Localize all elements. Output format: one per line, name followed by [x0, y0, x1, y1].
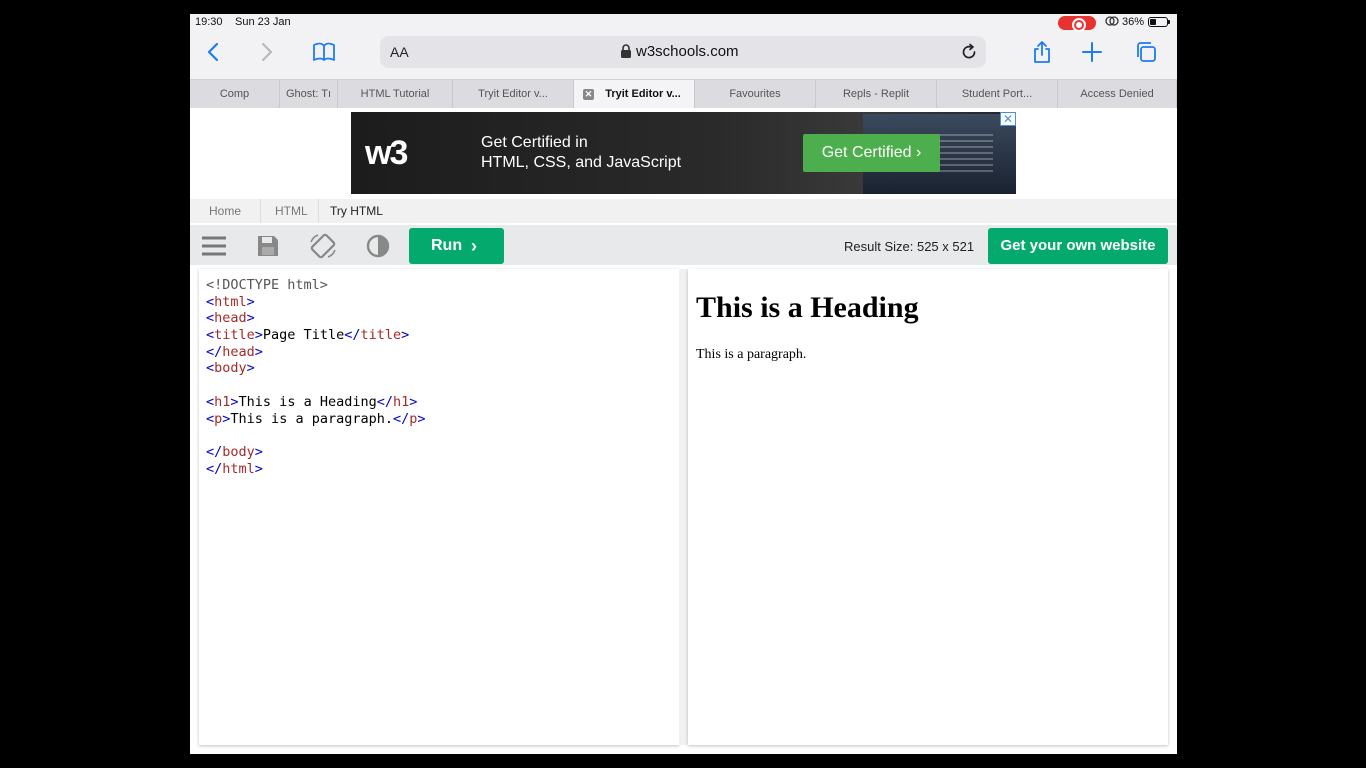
- tab-label: Comp: [219, 88, 250, 100]
- url-text[interactable]: w3schools.com: [636, 43, 739, 60]
- code-line: <p>This is a paragraph.</p>: [206, 410, 426, 427]
- dark-mode-icon[interactable]: [364, 233, 392, 259]
- code-h1-text: This is a Heading: [238, 393, 377, 410]
- reload-icon[interactable]: [960, 43, 978, 61]
- code-line: <h1>This is a Heading</h1>: [206, 393, 418, 410]
- ad-headline-2: HTML, CSS, and JavaScript: [481, 154, 682, 171]
- status-bar: 19:30 Sun 23 Jan 36%: [190, 14, 1177, 32]
- tab-label: Student Port...: [961, 88, 1033, 100]
- result-pane: This is a Heading This is a paragraph.: [688, 269, 1168, 745]
- ipad-screen: 19:30 Sun 23 Jan 36% AA w3schools.com Co…: [190, 14, 1177, 754]
- status-time: 19:30: [195, 16, 223, 28]
- chevron-right-icon: ›: [471, 236, 477, 256]
- address-bar[interactable]: AA w3schools.com: [380, 36, 986, 68]
- run-button[interactable]: Run ›: [409, 228, 504, 264]
- lock-icon: [620, 44, 632, 58]
- w3-logo: w3: [365, 134, 408, 172]
- status-date: Sun 23 Jan: [235, 16, 291, 28]
- tab-label: Ghost: Tı: [285, 88, 332, 100]
- code-line: <head>: [206, 310, 255, 327]
- code-line: <body>: [206, 360, 255, 377]
- tab-html-tutorial[interactable]: HTML Tutorial: [338, 80, 453, 108]
- ad-close-icon[interactable]: ✕: [1000, 112, 1016, 126]
- safari-toolbar: AA w3schools.com: [190, 32, 1177, 76]
- code-line: <title>Page Title</title>: [206, 327, 410, 344]
- code-line: </body>: [206, 443, 263, 460]
- close-tab-icon[interactable]: ✕: [583, 89, 594, 100]
- code-p-text: This is a paragraph.: [230, 410, 393, 427]
- result-paragraph: This is a paragraph.: [696, 347, 807, 362]
- code-line: </head>: [206, 343, 263, 360]
- new-tab-icon[interactable]: [1076, 38, 1108, 66]
- code-doctype: <!DOCTYPE html>: [206, 277, 328, 293]
- code-editor[interactable]: <!DOCTYPE html> <html> <head> <title>Pag…: [199, 269, 679, 745]
- pane-divider[interactable]: [679, 269, 688, 745]
- breadcrumb-separator: [318, 199, 328, 223]
- result-size-label: Result Size: 525 x 521: [844, 239, 975, 254]
- get-your-own-website-button[interactable]: Get your own website: [988, 228, 1168, 264]
- reader-options-button[interactable]: AA: [390, 44, 409, 60]
- get-certified-button[interactable]: Get Certified ›: [803, 134, 940, 172]
- tab-comp[interactable]: Comp: [190, 80, 280, 108]
- forward-button[interactable]: [250, 38, 282, 66]
- screen-recording-indicator[interactable]: [1058, 16, 1096, 32]
- tab-tryit-editor-1[interactable]: Tryit Editor v...: [453, 80, 574, 108]
- certification-ad-banner[interactable]: w3 Get Certified in HTML, CSS, and JavaS…: [351, 112, 1016, 194]
- rotate-layout-icon[interactable]: [309, 233, 337, 259]
- tab-label: Favourites: [729, 88, 781, 100]
- tab-favourites[interactable]: Favourites: [695, 80, 816, 108]
- tab-bar: Comp Ghost: Tı HTML Tutorial Tryit Edito…: [190, 79, 1177, 108]
- orientation-lock-icon: [1104, 15, 1120, 30]
- tab-student-portal[interactable]: Student Port...: [937, 80, 1058, 108]
- battery-icon: [1148, 17, 1170, 27]
- result-heading: This is a Heading: [696, 291, 919, 324]
- run-label: Run: [431, 237, 463, 254]
- tab-overview-icon[interactable]: [1130, 38, 1162, 66]
- tab-label: Tryit Editor v...: [478, 88, 548, 100]
- save-icon[interactable]: [254, 233, 282, 259]
- code-line: <html>: [206, 293, 255, 310]
- tab-access-denied[interactable]: Access Denied: [1058, 80, 1177, 108]
- breadcrumb-try-html: Try HTML: [330, 204, 383, 218]
- back-button[interactable]: [198, 38, 230, 66]
- tryit-toolbar: Run › Result Size: 525 x 521 Get your ow…: [190, 225, 1177, 265]
- ad-headline-1: Get Certified in: [481, 134, 588, 151]
- tab-label: Tryit Editor v...: [605, 88, 681, 100]
- code-title-text: Page Title: [262, 327, 345, 344]
- bookmarks-icon[interactable]: [308, 38, 340, 66]
- breadcrumb-home[interactable]: Home: [209, 204, 241, 218]
- breadcrumb-html[interactable]: HTML: [275, 204, 308, 218]
- breadcrumb: Home HTML Try HTML: [190, 199, 1177, 223]
- code-line: <!DOCTYPE html>: [206, 277, 672, 294]
- tab-repls-replit[interactable]: Repls - Replit: [816, 80, 937, 108]
- web-page: w3 Get Certified in HTML, CSS, and JavaS…: [190, 108, 1177, 754]
- breadcrumb-separator: [260, 199, 270, 223]
- tab-ghost[interactable]: Ghost: Tı: [280, 80, 338, 108]
- tab-label: Access Denied: [1080, 88, 1154, 100]
- battery-percentage: 36%: [1122, 16, 1145, 28]
- share-icon[interactable]: [1026, 38, 1058, 66]
- tab-label: Repls - Replit: [842, 88, 910, 100]
- tab-tryit-editor-active[interactable]: ✕ Tryit Editor v...: [574, 80, 695, 108]
- menu-icon[interactable]: [200, 233, 228, 259]
- code-line: </html>: [206, 460, 263, 477]
- tab-label: HTML Tutorial: [360, 88, 430, 100]
